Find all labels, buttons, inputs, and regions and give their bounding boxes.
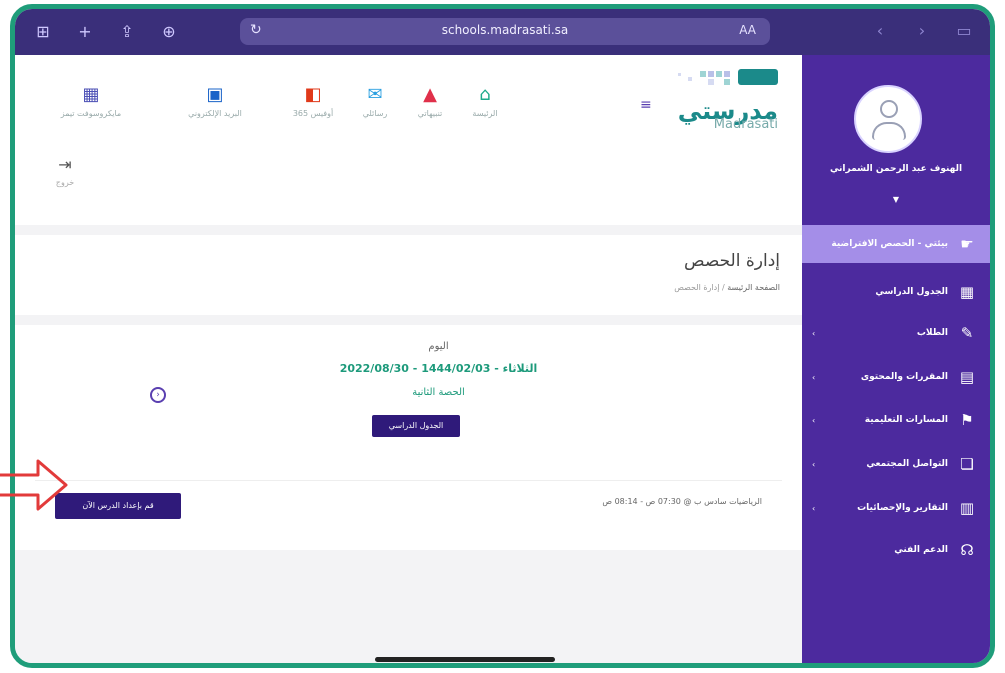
sidebar: الهنوف عبد الرحمن الشمراني ▼ ☛ بيئتي - ا…: [802, 55, 990, 663]
support-icon: ☊: [960, 541, 974, 559]
today-date: الثلاثاء - 1444/02/03 - 2022/08/30: [339, 362, 538, 375]
chevron-left-icon: ‹: [812, 459, 816, 469]
today-label: اليوم: [428, 341, 449, 352]
divider: [35, 480, 782, 481]
pointer-icon: ☛: [960, 235, 974, 253]
user-icon: [880, 100, 898, 118]
page-header: إدارة الحصص الصفحة الرئيسة / إدارة الحصص: [15, 235, 802, 315]
sidebar-item-community[interactable]: ❏ التواصل المجتمعي ‹: [802, 449, 990, 479]
today-card: اليوم الثلاثاء - 1444/02/03 - 2022/08/30…: [15, 325, 802, 550]
sidebar-item-support[interactable]: ☊ الدعم الفني: [802, 535, 990, 565]
main-content: مدرستي Madrasati ≡ ⌂ الرئيسة ▲ تنبيهاتي …: [15, 55, 802, 663]
browser-toolbar: ⊞ + ⇪ ⊕ ↻ schools.madrasati.sa AA ‹ › ▭: [15, 9, 990, 55]
nav-home-label: الرئيسة: [472, 109, 498, 118]
chevron-left-icon: ‹: [812, 372, 816, 382]
mail-icon: ✉: [367, 84, 383, 105]
logout-label: خروج: [55, 178, 75, 187]
bell-icon: ▲: [423, 84, 437, 105]
outlook-icon: ▣: [206, 84, 224, 105]
breadcrumb-home[interactable]: الصفحة الرئيسة: [727, 283, 780, 292]
nav-notifications-label: تنبيهاتي: [417, 109, 443, 118]
forward-icon[interactable]: ›: [912, 21, 932, 41]
logout-icon: ⇥: [58, 155, 72, 174]
menu-toggle-icon[interactable]: ≡: [640, 97, 652, 113]
home-icon: ⌂: [479, 84, 491, 105]
new-tab-icon[interactable]: +: [75, 22, 95, 42]
calendar-icon: ▦: [959, 283, 975, 301]
chevron-left-icon: ‹: [812, 503, 816, 513]
logout-button[interactable]: ⇥ خروج: [45, 155, 85, 187]
share-icon[interactable]: ⇪: [117, 22, 137, 42]
tracks-icon: ⚑: [960, 411, 974, 429]
sidebar-item-label: الدعم الفني: [894, 545, 948, 555]
sidebar-item-label: بيئتي - الحصص الافتراضية: [831, 239, 948, 249]
sidebar-item-students[interactable]: ✎ الطلاب ‹: [802, 318, 990, 348]
nav-email-label: البريد الإلكتروني: [188, 109, 242, 118]
chevron-circle-icon[interactable]: ›: [150, 387, 166, 403]
sidebar-item-label: المسارات التعليمية: [864, 415, 948, 425]
avatar[interactable]: [854, 85, 922, 153]
office-icon: ◧: [304, 84, 322, 105]
page-title: إدارة الحصص: [684, 251, 780, 271]
nav-teams[interactable]: ▦ مايكروسوفت تيمز: [51, 84, 131, 119]
prepare-lesson-button[interactable]: قم بإعداد الدرس الآن: [55, 493, 181, 519]
red-arrow-annotation-icon: [0, 459, 68, 511]
nav-office365[interactable]: ◧ أوفيس 365: [283, 84, 343, 119]
lesson-info: الرياضيات سادس ب @ 07:30 ص - 08:14 ص: [602, 497, 762, 506]
logo-subtext: Madrasati: [713, 117, 778, 132]
user-icon-body: [872, 122, 906, 140]
nav-notifications[interactable]: ▲ تنبيهاتي: [400, 84, 460, 119]
home-indicator[interactable]: [375, 657, 555, 662]
reports-icon: ▥: [959, 499, 975, 517]
breadcrumb-current: إدارة الحصص: [674, 283, 720, 292]
sidebar-item-label: الطلاب: [916, 328, 948, 338]
sidebar-item-virtual-classes[interactable]: ☛ بيئتي - الحصص الافتراضية: [802, 229, 990, 259]
tabs-grid-icon[interactable]: ⊞: [33, 22, 53, 42]
nav-office365-label: أوفيس 365: [292, 109, 334, 118]
sidebar-item-reports[interactable]: ▥ التقارير والإحصائيات ‹: [802, 493, 990, 523]
address-bar[interactable]: ↻ schools.madrasati.sa AA: [240, 18, 770, 45]
sidebar-item-schedule[interactable]: ▦ الجدول الدراسي: [802, 277, 990, 307]
students-icon: ✎: [960, 324, 974, 342]
reader-button[interactable]: AA: [739, 23, 756, 37]
sidebar-item-label: الجدول الدراسي: [875, 287, 948, 297]
url-text: schools.madrasati.sa: [441, 23, 569, 37]
nav-email[interactable]: ▣ البريد الإلكتروني: [175, 84, 255, 119]
user-name[interactable]: الهنوف عبد الرحمن الشمراني: [810, 163, 982, 175]
madrasati-logo-icon: [678, 69, 778, 85]
content-icon: ▤: [959, 368, 975, 386]
sidebar-item-tracks[interactable]: ⚑ المسارات التعليمية ‹: [802, 405, 990, 435]
download-icon[interactable]: ⊕: [159, 22, 179, 42]
nav-messages-label: رسائلي: [362, 109, 388, 118]
sidebar-item-content[interactable]: ▤ المقررات والمحتوى ‹: [802, 362, 990, 392]
schedule-button[interactable]: الجدول الدراسي: [372, 415, 460, 437]
nav-teams-label: مايكروسوفت تيمز: [60, 109, 122, 118]
sidebar-item-label: التقارير والإحصائيات: [857, 503, 948, 513]
sidebar-item-label: التواصل المجتمعي: [866, 459, 948, 469]
chevron-left-icon: ‹: [812, 328, 816, 338]
tablet-frame: ⊞ + ⇪ ⊕ ↻ schools.madrasati.sa AA ‹ › ▭: [10, 4, 995, 668]
current-period: الحصة الثانية: [412, 387, 465, 398]
chevron-left-icon: ‹: [812, 415, 816, 425]
nav-messages[interactable]: ✉ رسائلي: [345, 84, 405, 119]
top-navigation: مدرستي Madrasati ≡ ⌂ الرئيسة ▲ تنبيهاتي …: [15, 55, 802, 225]
chat-icon: ❏: [960, 455, 974, 473]
teams-icon: ▦: [82, 84, 100, 105]
sidebar-toggle-icon[interactable]: ▭: [954, 21, 974, 41]
back-icon[interactable]: ‹: [870, 21, 890, 41]
nav-home[interactable]: ⌂ الرئيسة: [455, 84, 515, 119]
sidebar-item-label: المقررات والمحتوى: [860, 372, 948, 382]
breadcrumb: الصفحة الرئيسة / إدارة الحصص: [674, 283, 780, 292]
user-caret-icon[interactable]: ▼: [802, 195, 990, 204]
